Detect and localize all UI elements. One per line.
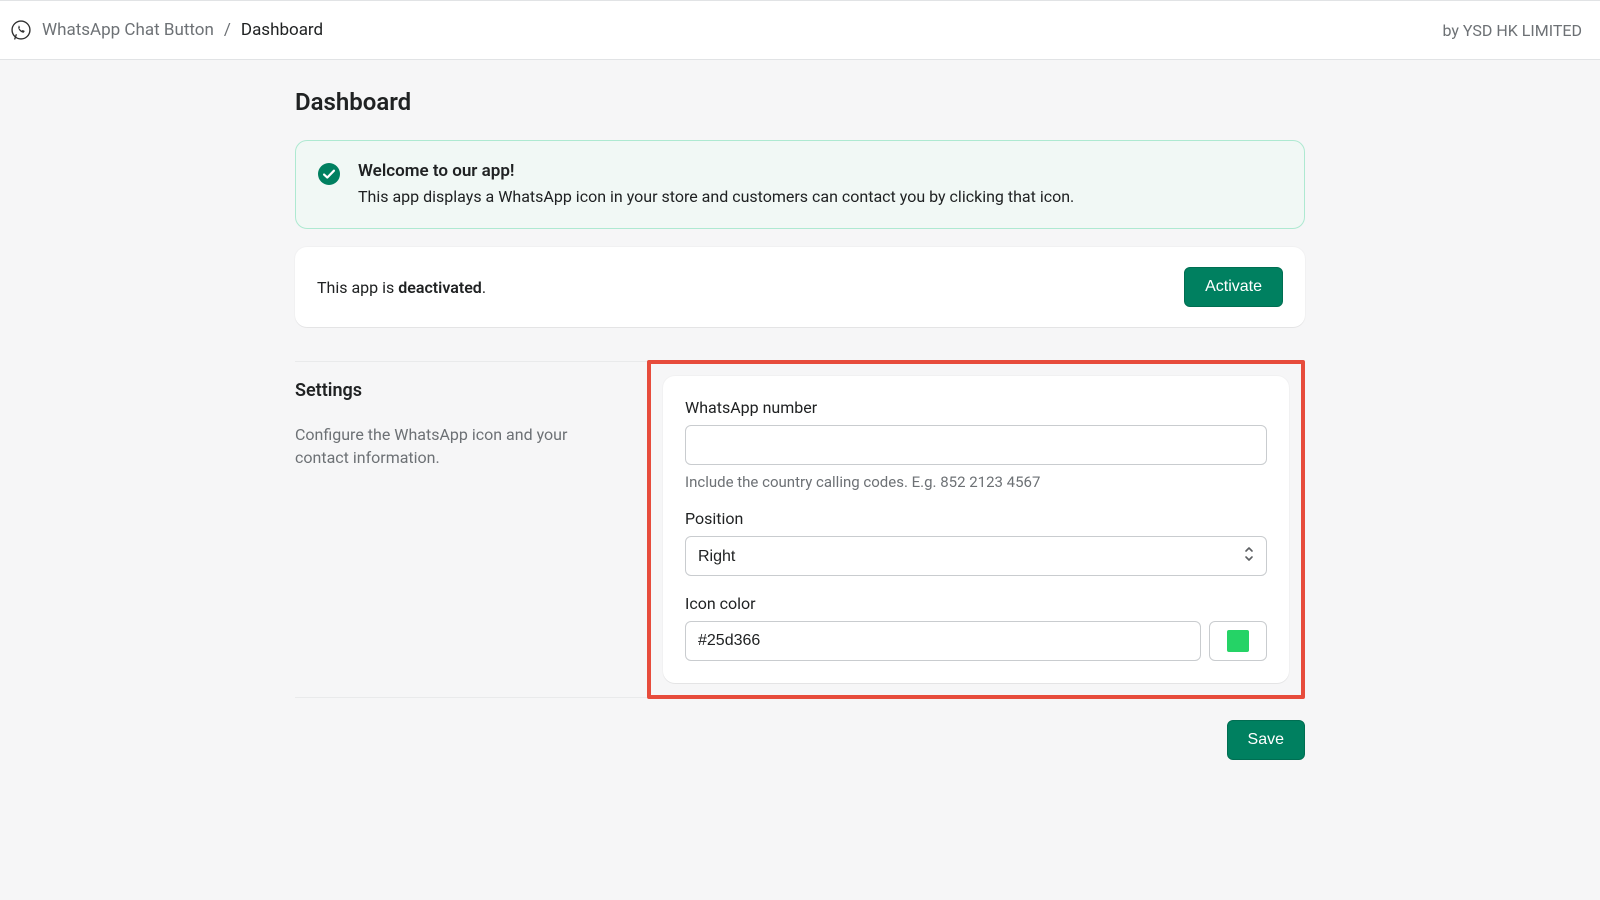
settings-card: WhatsApp number Include the country call…	[663, 376, 1289, 683]
breadcrumb-separator: /	[224, 20, 231, 40]
app-byline: by YSD HK LIMITED	[1442, 21, 1582, 40]
success-check-icon	[318, 163, 340, 185]
topbar: WhatsApp Chat Button / Dashboard by YSD …	[0, 0, 1600, 60]
save-button[interactable]: Save	[1227, 720, 1305, 760]
icon-color-label: Icon color	[685, 594, 1267, 613]
position-select[interactable]: Right	[685, 536, 1267, 576]
activation-card: This app is deactivated. Activate	[295, 247, 1305, 327]
settings-description: Configure the WhatsApp icon and your con…	[295, 423, 625, 469]
whatsapp-number-label: WhatsApp number	[685, 398, 1267, 417]
icon-color-input[interactable]	[685, 621, 1201, 661]
settings-heading: Settings	[295, 380, 625, 401]
whatsapp-number-input[interactable]	[685, 425, 1267, 465]
settings-highlight-box: WhatsApp number Include the country call…	[647, 360, 1305, 699]
breadcrumb-app-name[interactable]: WhatsApp Chat Button	[42, 20, 214, 40]
whatsapp-app-icon	[10, 19, 32, 41]
banner-description: This app displays a WhatsApp icon in you…	[358, 187, 1074, 206]
color-swatch	[1227, 630, 1249, 652]
whatsapp-number-help: Include the country calling codes. E.g. …	[685, 473, 1267, 491]
breadcrumb-current: Dashboard	[241, 20, 323, 40]
activate-button[interactable]: Activate	[1184, 267, 1283, 307]
banner-title: Welcome to our app!	[358, 161, 1074, 181]
welcome-banner: Welcome to our app! This app displays a …	[295, 140, 1305, 229]
icon-color-swatch-button[interactable]	[1209, 621, 1267, 661]
position-label: Position	[685, 509, 1267, 528]
page-title: Dashboard	[295, 88, 1305, 116]
activation-status-text: This app is deactivated.	[317, 278, 486, 297]
breadcrumb: WhatsApp Chat Button / Dashboard	[6, 19, 323, 41]
